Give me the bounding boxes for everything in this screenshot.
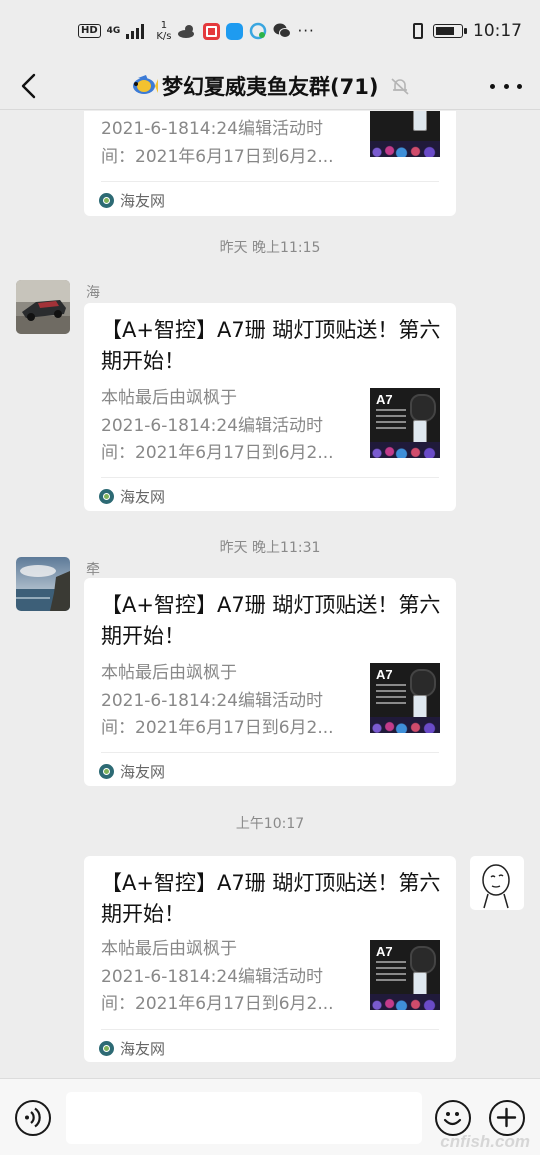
message-input[interactable]: [66, 1092, 422, 1144]
card-divider: [101, 752, 439, 753]
avatar-seascape-image: [16, 557, 70, 611]
desc-line: 本帖最后由飒枫于: [101, 939, 237, 959]
chat-title: 梦幻夏威夷鱼友群(71): [162, 75, 379, 99]
chat-title-group: 梦幻夏威夷鱼友群(71): [128, 68, 410, 104]
smile-face-icon: [443, 1112, 462, 1126]
more-dots-icon[interactable]: [490, 72, 522, 100]
sender-name: 海: [86, 285, 100, 301]
weather-icon: [178, 25, 195, 38]
source-name: 海友网: [120, 1039, 166, 1058]
source-logo-icon: [99, 1040, 114, 1056]
card-divider: [101, 1029, 439, 1030]
card-divider: [101, 477, 439, 478]
card-thumbnail: [370, 111, 440, 157]
card-title: 【A+智控】A7珊 瑚灯顶贴送！第六期开始！: [101, 593, 441, 648]
source-name: 海友网: [120, 191, 166, 210]
desc-line: 2021-6-1814:24编辑活动时: [101, 966, 323, 987]
source-logo-icon: [99, 192, 114, 208]
link-card[interactable]: 2021-6-1814:24编辑活动时 间：2021年6月17日到6月2... …: [84, 111, 456, 216]
timestamp: 昨天 晚上11:31: [219, 540, 321, 556]
sender-name: 牵: [86, 562, 100, 578]
desc-line: 间：2021年6月17日到6月2...: [101, 443, 334, 463]
voice-icon[interactable]: [15, 1100, 51, 1136]
desc-line: 2021-6-1814:24编辑活动时: [101, 690, 323, 711]
watermark: cnfish.com: [440, 1132, 530, 1151]
card-source: 海友网: [99, 486, 165, 506]
mute-bell-icon: [391, 78, 409, 95]
card-thumbnail: A7: [370, 663, 440, 733]
voice-wave-icon: [25, 1107, 41, 1128]
app-blue-icon: [226, 22, 244, 40]
thumb-label: A7: [376, 392, 393, 407]
vibrate-icon: [413, 23, 423, 39]
app-green-icon: [250, 22, 267, 40]
thumb-label: A7: [376, 944, 393, 959]
speed-value: 1: [160, 20, 168, 31]
link-card[interactable]: 【A+智控】A7珊 瑚灯顶贴送！第六期开始！ 本帖最后由飒枫于 2021-6-1…: [84, 303, 456, 511]
link-card[interactable]: 【A+智控】A7珊 瑚灯顶贴送！第六期开始！ 本帖最后由飒枫于 2021-6-1…: [84, 578, 456, 786]
card-description: 2021-6-1814:24编辑活动时 间：2021年6月17日到6月2...: [101, 116, 351, 171]
avatar-sketch-image: [482, 864, 510, 909]
fish-emoji-icon: [133, 75, 158, 94]
desc-line: 2021-6-1814:24编辑活动时: [101, 119, 323, 139]
timestamp: 上午10:17: [235, 816, 305, 832]
link-card[interactable]: 【A+智控】A7珊 瑚灯顶贴送！第六期开始！ 本帖最后由飒枫于 2021-6-1…: [84, 856, 456, 1062]
card-thumbnail: A7: [370, 388, 440, 458]
card-title: 【A+智控】A7珊 瑚灯顶贴送！第六期开始！: [101, 871, 441, 926]
source-logo-icon: [99, 488, 114, 504]
desc-line: 间：2021年6月17日到6月2...: [101, 146, 334, 167]
avatar[interactable]: [16, 557, 70, 611]
self-avatar[interactable]: [470, 856, 524, 910]
plus-sign-icon: [496, 1107, 517, 1128]
plus-icon[interactable]: [489, 1100, 525, 1136]
card-divider: [101, 181, 439, 182]
more-notifications-icon: ···: [297, 22, 315, 40]
thumb-label: A7: [376, 667, 393, 682]
card-description: 本帖最后由飒枫于 2021-6-1814:24编辑活动时 间：2021年6月17…: [101, 936, 351, 1019]
card-description: 本帖最后由飒枫于 2021-6-1814:24编辑活动时 间：2021年6月17…: [101, 385, 351, 468]
timestamp: 昨天 晚上11:15: [219, 240, 321, 256]
wechat-icon: [273, 23, 292, 38]
message-list[interactable]: 2021-6-1814:24编辑活动时 间：2021年6月17日到6月2... …: [0, 111, 540, 1077]
avatar[interactable]: [16, 280, 70, 334]
network-type: 4G: [106, 26, 121, 36]
card-title: 【A+智控】A7珊 瑚灯顶贴送！第六期开始！: [101, 318, 441, 373]
speed-unit: K/s: [156, 31, 172, 42]
hd-badge: HD: [78, 24, 101, 38]
app-red-icon: [203, 22, 221, 40]
emoji-icon[interactable]: [435, 1100, 471, 1136]
card-description: 本帖最后由飒枫于 2021-6-1814:24编辑活动时 间：2021年6月17…: [101, 660, 351, 743]
desc-line: 本帖最后由飒枫于: [101, 663, 237, 683]
battery-icon: [433, 24, 467, 38]
card-source: 海友网: [99, 190, 165, 210]
network-speed: 1 K/s: [156, 20, 171, 42]
desc-line: 2021-6-1814:24编辑活动时: [101, 415, 323, 436]
chat-header: 梦幻夏威夷鱼友群(71): [0, 62, 540, 110]
desc-line: 本帖最后由飒枫于: [101, 388, 237, 408]
status-bar: HD 4G 1 K/s ··· 10:17: [0, 0, 540, 62]
card-thumbnail: A7: [370, 940, 440, 1010]
card-source: 海友网: [99, 761, 165, 781]
source-logo-icon: [99, 763, 114, 779]
clock: 10:17: [473, 21, 522, 41]
status-right: 10:17: [413, 18, 522, 44]
status-left: HD 4G 1 K/s ···: [78, 18, 315, 44]
card-source: 海友网: [99, 1038, 165, 1058]
source-name: 海友网: [120, 487, 166, 506]
back-arrow-icon[interactable]: [14, 70, 46, 102]
desc-line: 间：2021年6月17日到6月2...: [101, 994, 334, 1014]
input-bar: cnfish.com: [0, 1078, 540, 1155]
source-name: 海友网: [120, 762, 166, 781]
desc-line: 间：2021年6月17日到6月2...: [101, 718, 334, 738]
signal-icon: [126, 23, 145, 39]
avatar-car-image: [16, 280, 70, 334]
